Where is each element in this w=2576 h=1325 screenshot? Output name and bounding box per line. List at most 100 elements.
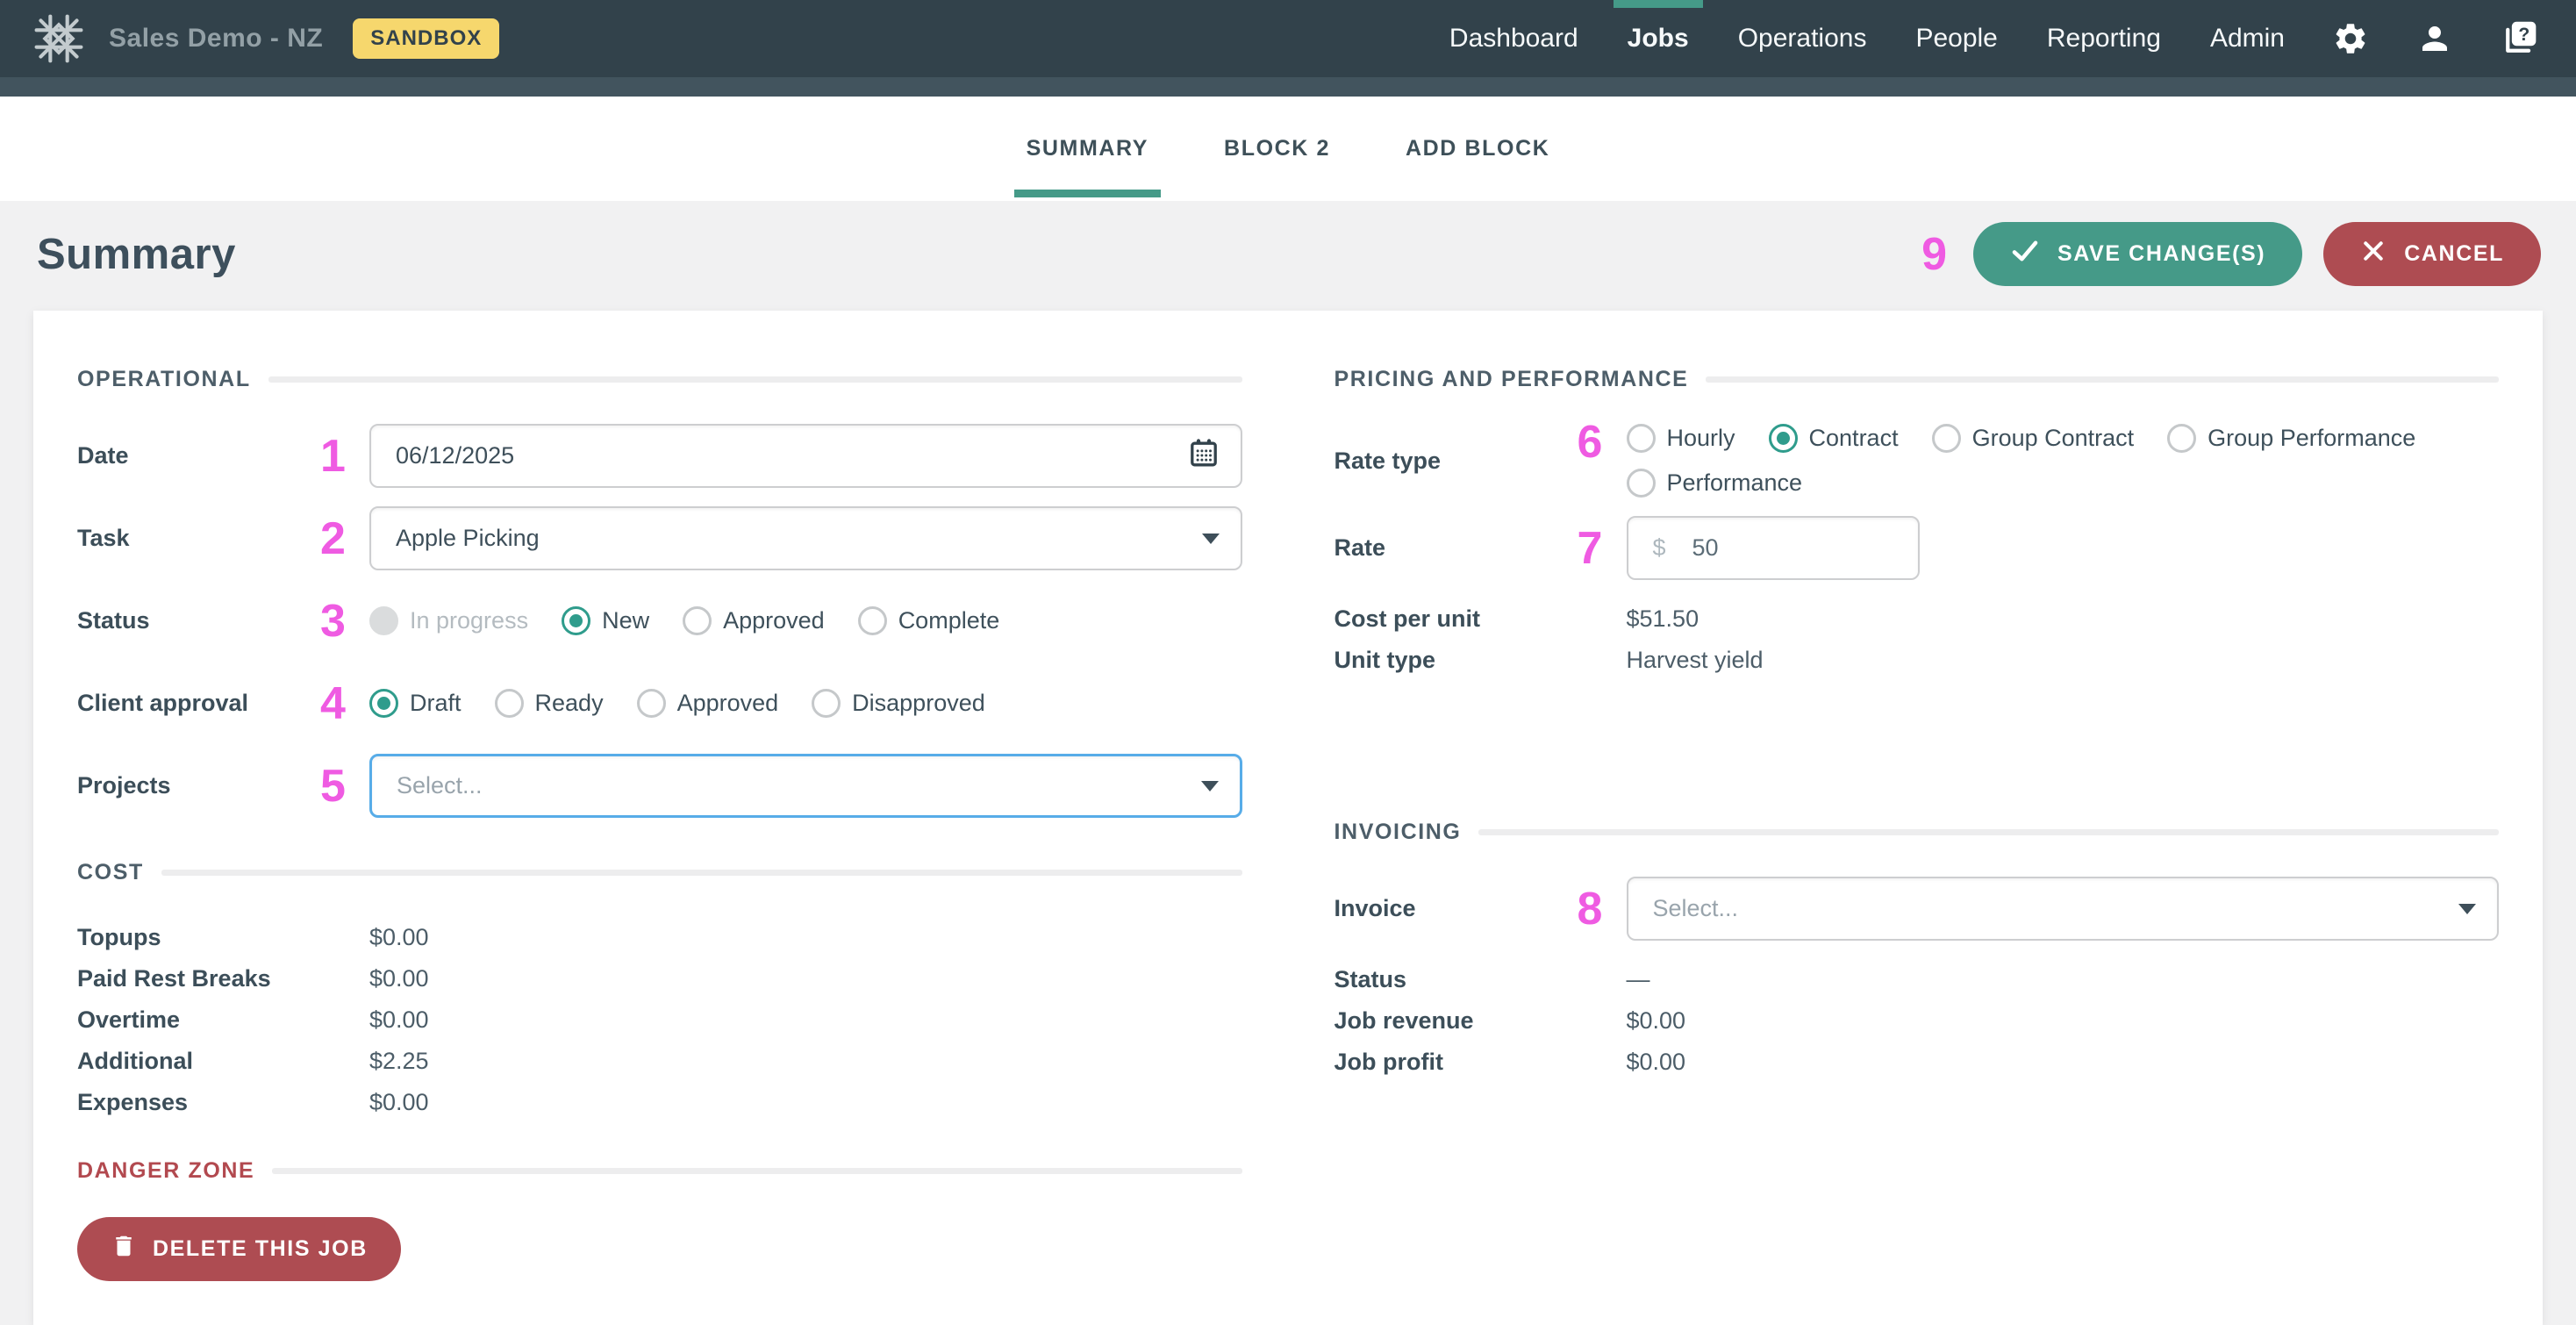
- section-title: PRICING AND PERFORMANCE: [1335, 367, 1689, 392]
- task-label: Task: [77, 525, 320, 552]
- tab-summary[interactable]: SUMMARY: [1027, 97, 1148, 201]
- invoice-select[interactable]: Select...: [1627, 877, 2500, 941]
- rate-input[interactable]: $ 50: [1627, 516, 1920, 580]
- cancel-button[interactable]: CANCEL: [2323, 222, 2541, 286]
- task-select[interactable]: Apple Picking: [369, 506, 1242, 570]
- sandbox-badge: SANDBOX: [353, 18, 499, 59]
- section-title: INVOICING: [1335, 820, 1462, 845]
- section-danger-zone: DANGER ZONE: [77, 1158, 1242, 1184]
- status-radio-group: In progress New Approved Complete: [369, 606, 999, 635]
- org-name: Sales Demo - NZ: [109, 24, 323, 54]
- nav-operations[interactable]: Operations: [1738, 0, 1867, 77]
- invoice-status-row: Status —: [1335, 959, 2500, 1000]
- projects-placeholder: Select...: [397, 772, 483, 799]
- section-divider: [161, 870, 1242, 876]
- rate-value: 50: [1692, 534, 1719, 562]
- projects-row: Projects 5 Select...: [77, 754, 1242, 818]
- rate-type-row: Rate type 6 Hourly Contract: [1335, 424, 2500, 498]
- status-option-new[interactable]: New: [562, 606, 649, 635]
- client-approval-option-draft[interactable]: Draft: [369, 689, 462, 718]
- invoice-label: Invoice: [1335, 895, 1578, 922]
- nav-admin[interactable]: Admin: [2210, 0, 2285, 77]
- section-pricing: PRICING AND PERFORMANCE: [1335, 367, 2500, 392]
- radio-circle-icon: [369, 606, 398, 635]
- client-approval-row: Client approval 4 Draft Ready Approved: [77, 671, 1242, 735]
- client-approval-radio-group: Draft Ready Approved Disapproved: [369, 689, 985, 718]
- app-root: Sales Demo - NZ SANDBOX Dashboard Jobs O…: [0, 0, 2576, 1325]
- date-input[interactable]: 06/12/2025: [369, 424, 1242, 488]
- client-approval-option-ready[interactable]: Ready: [495, 689, 604, 718]
- rate-type-option-group-performance[interactable]: Group Performance: [2167, 424, 2415, 453]
- settings-icon[interactable]: [2332, 20, 2369, 57]
- account-icon[interactable]: [2416, 20, 2453, 57]
- section-title: DANGER ZONE: [77, 1158, 254, 1184]
- cancel-button-label: CANCEL: [2404, 241, 2504, 267]
- nav-reporting[interactable]: Reporting: [2047, 0, 2161, 77]
- rate-type-option-hourly[interactable]: Hourly: [1627, 424, 1735, 453]
- section-operational: OPERATIONAL: [77, 367, 1242, 392]
- delete-job-button-label: DELETE THIS JOB: [153, 1236, 368, 1262]
- help-icon[interactable]: ?: [2501, 19, 2539, 58]
- date-label: Date: [77, 442, 320, 469]
- status-option-in-progress[interactable]: In progress: [369, 606, 528, 635]
- cost-row-paid-rest-breaks: Paid Rest Breaks $0.00: [77, 958, 1242, 999]
- rate-type-option-performance[interactable]: Performance: [1627, 469, 1803, 498]
- annotation-1: 1: [320, 433, 369, 479]
- block-tab-bar: SUMMARY BLOCK 2 ADD BLOCK: [0, 97, 2576, 201]
- rate-row: Rate 7 $ 50: [1335, 516, 2500, 580]
- left-column: OPERATIONAL Date 1 06/12/2025: [77, 353, 1242, 1281]
- calendar-icon[interactable]: [1188, 437, 1220, 475]
- radio-circle-icon: [683, 606, 712, 635]
- trash-icon: [111, 1233, 137, 1265]
- section-divider: [268, 376, 1242, 383]
- radio-circle-icon: [2167, 424, 2196, 453]
- annotation-3: 3: [320, 598, 369, 644]
- tab-add-block[interactable]: ADD BLOCK: [1406, 97, 1549, 201]
- right-column: PRICING AND PERFORMANCE Rate type 6 Hour…: [1335, 353, 2500, 1083]
- annotation-9: 9: [1921, 232, 1947, 277]
- task-value: Apple Picking: [396, 525, 540, 552]
- nav-jobs[interactable]: Jobs: [1628, 0, 1689, 77]
- nav-people[interactable]: People: [1915, 0, 1997, 77]
- page-actions: 9 SAVE CHANGE(S) CANCEL: [1921, 222, 2541, 286]
- section-title: OPERATIONAL: [77, 367, 251, 392]
- close-icon: [2360, 238, 2386, 270]
- page-header: Summary 9 SAVE CHANGE(S) CANCEL: [0, 201, 2576, 311]
- rate-type-option-contract[interactable]: Contract: [1769, 424, 1899, 453]
- status-row: Status 3 In progress New Approved: [77, 589, 1242, 653]
- status-label: Status: [77, 607, 320, 634]
- rate-type-radio-group: Hourly Contract Group Contract Grou: [1627, 424, 2500, 498]
- chevron-down-icon: [1202, 534, 1220, 544]
- summary-card: OPERATIONAL Date 1 06/12/2025: [33, 311, 2543, 1325]
- date-row: Date 1 06/12/2025: [77, 424, 1242, 488]
- client-approval-label: Client approval: [77, 690, 320, 717]
- top-bar: Sales Demo - NZ SANDBOX Dashboard Jobs O…: [0, 0, 2576, 77]
- status-option-approved[interactable]: Approved: [683, 606, 825, 635]
- status-option-complete[interactable]: Complete: [858, 606, 1000, 635]
- rate-label: Rate: [1335, 534, 1578, 562]
- annotation-5: 5: [320, 763, 369, 809]
- client-approval-option-disapproved[interactable]: Disapproved: [812, 689, 985, 718]
- cost-row-expenses: Expenses $0.00: [77, 1082, 1242, 1123]
- save-button[interactable]: SAVE CHANGE(S): [1973, 222, 2302, 286]
- date-value: 06/12/2025: [396, 442, 514, 469]
- delete-job-button[interactable]: DELETE THIS JOB: [77, 1217, 401, 1281]
- radio-circle-icon: [637, 689, 666, 718]
- job-revenue-row: Job revenue $0.00: [1335, 1000, 2500, 1042]
- annotation-2: 2: [320, 516, 369, 562]
- annotation-6: 6: [1578, 419, 1627, 465]
- nav-dashboard[interactable]: Dashboard: [1449, 0, 1578, 77]
- tab-block-2[interactable]: BLOCK 2: [1224, 97, 1330, 201]
- annotation-4: 4: [320, 681, 369, 727]
- primary-nav: Dashboard Jobs Operations People Reporti…: [1400, 0, 2285, 77]
- invoice-row: Invoice 8 Select...: [1335, 877, 2500, 941]
- projects-select[interactable]: Select...: [369, 754, 1242, 818]
- radio-circle-icon: [812, 689, 841, 718]
- client-approval-option-approved[interactable]: Approved: [637, 689, 779, 718]
- rate-type-option-group-contract[interactable]: Group Contract: [1932, 424, 2135, 453]
- page-title: Summary: [37, 230, 236, 279]
- save-button-label: SAVE CHANGE(S): [2057, 241, 2265, 267]
- section-divider: [1706, 376, 2499, 383]
- app-logo-icon[interactable]: [33, 13, 84, 64]
- section-title: COST: [77, 860, 144, 885]
